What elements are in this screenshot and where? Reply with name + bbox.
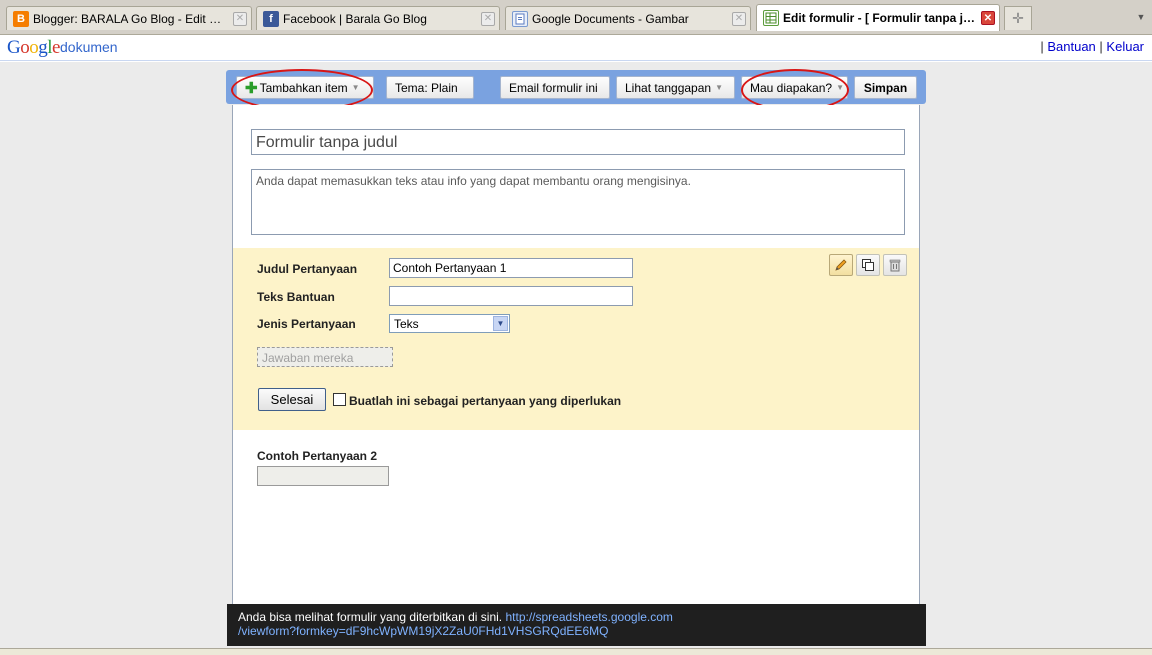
trash-icon bbox=[889, 259, 901, 272]
form-url-link[interactable]: http://spreadsheets.google.com bbox=[505, 610, 672, 624]
tab-title: Blogger: BARALA Go Blog - Edit Entri " .… bbox=[33, 11, 229, 26]
duplicate-question-button[interactable] bbox=[856, 254, 880, 276]
delete-question-button[interactable] bbox=[883, 254, 907, 276]
tab-title: Google Documents - Gambar bbox=[532, 11, 689, 26]
theme-button[interactable]: Tema: Plain bbox=[386, 76, 474, 99]
browser-tab-google-docs[interactable]: Google Documents - Gambar ✕ bbox=[505, 6, 751, 30]
question-title-input[interactable]: Contoh Pertanyaan 1 bbox=[389, 258, 633, 278]
more-actions-button[interactable]: Mau diapakan? ▼ bbox=[741, 76, 848, 99]
google-logo[interactable]: Google bbox=[7, 37, 60, 59]
plus-icon: ✛ bbox=[1012, 10, 1024, 26]
facebook-icon: f bbox=[263, 10, 279, 27]
close-icon[interactable]: ✕ bbox=[233, 11, 247, 26]
question-title-label: Judul Pertanyaan bbox=[257, 262, 358, 276]
save-button[interactable]: Simpan bbox=[854, 76, 917, 99]
new-tab-button[interactable]: ✛ bbox=[1004, 6, 1032, 30]
question-type-value: Teks bbox=[394, 317, 419, 331]
save-label: Simpan bbox=[863, 80, 908, 95]
close-icon[interactable]: ✕ bbox=[981, 11, 995, 25]
tab-title: Facebook | Barala Go Blog bbox=[283, 11, 427, 26]
add-item-button[interactable]: ✚ Tambahkan item ▼ bbox=[236, 76, 374, 99]
answer-preview-field: Jawaban mereka bbox=[257, 347, 393, 367]
required-checkbox[interactable] bbox=[333, 393, 346, 406]
see-responses-label: Lihat tanggapan bbox=[625, 80, 712, 95]
form-description-input[interactable]: Anda dapat memasukkan teks atau info yan… bbox=[251, 169, 905, 235]
close-icon[interactable]: ✕ bbox=[732, 11, 746, 26]
separator: | bbox=[1099, 39, 1103, 54]
top-links: | Bantuan | Keluar bbox=[1040, 39, 1144, 54]
email-form-label: Email formulir ini bbox=[509, 80, 598, 95]
edit-question-button[interactable] bbox=[829, 254, 853, 276]
chevron-down-icon: ▼ bbox=[715, 83, 724, 92]
chevron-down-icon: ▼ bbox=[493, 316, 508, 331]
browser-tab-facebook[interactable]: f Facebook | Barala Go Blog ✕ bbox=[256, 6, 500, 30]
product-name: dokumen bbox=[60, 39, 118, 55]
form-url-link-continued[interactable]: /viewform?formkey=dF9hcWpWM19jX2ZaU0FHd1… bbox=[238, 624, 608, 638]
spreadsheet-form-icon bbox=[763, 10, 779, 26]
logout-link[interactable]: Keluar bbox=[1106, 39, 1144, 54]
browser-tab-edit-form[interactable]: Edit formulir - [ Formulir tanpa ju... ✕ bbox=[756, 4, 1000, 31]
add-item-label: Tambahkan item bbox=[259, 80, 348, 95]
question-editor: Judul Pertanyaan Contoh Pertanyaan 1 Tek… bbox=[233, 248, 919, 430]
published-form-notice: Anda bisa melihat formulir yang diterbit… bbox=[227, 604, 926, 646]
chevron-down-icon: ▼ bbox=[351, 83, 360, 92]
form-editor-panel: Formulir tanpa judul Anda dapat memasukk… bbox=[232, 105, 920, 605]
tab-title: Edit formulir - [ Formulir tanpa ju... bbox=[783, 11, 977, 25]
help-text-input[interactable] bbox=[389, 286, 633, 306]
theme-label: Tema: Plain bbox=[395, 80, 458, 95]
see-responses-button[interactable]: Lihat tanggapan ▼ bbox=[616, 76, 735, 99]
email-form-button[interactable]: Email formulir ini bbox=[500, 76, 610, 99]
blogger-icon: B bbox=[13, 10, 29, 27]
google-docs-icon bbox=[512, 10, 528, 27]
close-icon[interactable]: ✕ bbox=[481, 11, 495, 26]
more-actions-label: Mau diapakan? bbox=[750, 80, 833, 95]
help-text-label: Teks Bantuan bbox=[257, 290, 335, 304]
required-label: Buatlah ini sebagai pertanyaan yang dipe… bbox=[349, 394, 622, 408]
tab-list-chevron-icon[interactable]: ▼ bbox=[1134, 10, 1148, 24]
question-type-label: Jenis Pertanyaan bbox=[257, 317, 356, 331]
separator: | bbox=[1040, 39, 1044, 54]
question-2-answer-field bbox=[257, 466, 389, 486]
question-type-select[interactable]: Teks ▼ bbox=[389, 314, 510, 333]
question-2-title[interactable]: Contoh Pertanyaan 2 bbox=[257, 449, 377, 463]
pencil-icon bbox=[835, 259, 847, 271]
chevron-down-icon: ▼ bbox=[836, 83, 844, 92]
done-button[interactable]: Selesai bbox=[258, 388, 326, 411]
add-icon: ✚ bbox=[245, 79, 258, 97]
help-link[interactable]: Bantuan bbox=[1047, 39, 1095, 54]
google-header: Google dokumen | Bantuan | Keluar bbox=[0, 35, 1152, 61]
form-toolbar: ✚ Tambahkan item ▼ Tema: Plain Email for… bbox=[226, 70, 926, 104]
browser-status-bar bbox=[0, 648, 1152, 655]
browser-tab-blogger[interactable]: B Blogger: BARALA Go Blog - Edit Entri "… bbox=[6, 6, 252, 30]
duplicate-icon bbox=[862, 259, 874, 271]
form-title-input[interactable]: Formulir tanpa judul bbox=[251, 129, 905, 155]
notice-text: Anda bisa melihat formulir yang diterbit… bbox=[238, 610, 503, 624]
browser-tab-bar: B Blogger: BARALA Go Blog - Edit Entri "… bbox=[0, 0, 1152, 35]
